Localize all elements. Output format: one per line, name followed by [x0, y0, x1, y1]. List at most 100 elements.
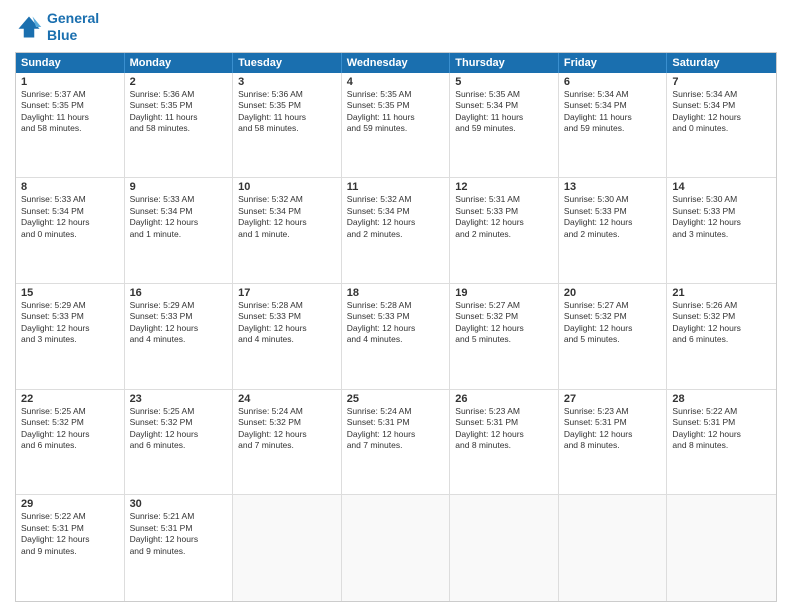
day-cell-empty — [559, 495, 668, 601]
day-cell-5: 5Sunrise: 5:35 AM Sunset: 5:34 PM Daylig… — [450, 73, 559, 178]
day-number-20: 20 — [564, 287, 662, 299]
day-number-24: 24 — [238, 393, 336, 405]
day-cell-19: 19Sunrise: 5:27 AM Sunset: 5:32 PM Dayli… — [450, 284, 559, 389]
day-cell-16: 16Sunrise: 5:29 AM Sunset: 5:33 PM Dayli… — [125, 284, 234, 389]
day-cell-empty — [450, 495, 559, 601]
day-cell-7: 7Sunrise: 5:34 AM Sunset: 5:34 PM Daylig… — [667, 73, 776, 178]
day-info-23: Sunrise: 5:25 AM Sunset: 5:32 PM Dayligh… — [130, 406, 228, 452]
day-number-28: 28 — [672, 393, 771, 405]
day-number-23: 23 — [130, 393, 228, 405]
page: General Blue SundayMondayTuesdayWednesda… — [0, 0, 792, 612]
day-number-12: 12 — [455, 181, 553, 193]
day-cell-28: 28Sunrise: 5:22 AM Sunset: 5:31 PM Dayli… — [667, 390, 776, 495]
day-info-19: Sunrise: 5:27 AM Sunset: 5:32 PM Dayligh… — [455, 300, 553, 346]
day-cell-12: 12Sunrise: 5:31 AM Sunset: 5:33 PM Dayli… — [450, 178, 559, 283]
day-info-25: Sunrise: 5:24 AM Sunset: 5:31 PM Dayligh… — [347, 406, 445, 452]
day-info-16: Sunrise: 5:29 AM Sunset: 5:33 PM Dayligh… — [130, 300, 228, 346]
day-info-24: Sunrise: 5:24 AM Sunset: 5:32 PM Dayligh… — [238, 406, 336, 452]
day-info-13: Sunrise: 5:30 AM Sunset: 5:33 PM Dayligh… — [564, 194, 662, 240]
day-number-17: 17 — [238, 287, 336, 299]
calendar-header: SundayMondayTuesdayWednesdayThursdayFrid… — [16, 53, 776, 73]
day-info-10: Sunrise: 5:32 AM Sunset: 5:34 PM Dayligh… — [238, 194, 336, 240]
day-info-2: Sunrise: 5:36 AM Sunset: 5:35 PM Dayligh… — [130, 89, 228, 135]
day-cell-11: 11Sunrise: 5:32 AM Sunset: 5:34 PM Dayli… — [342, 178, 451, 283]
day-number-22: 22 — [21, 393, 119, 405]
day-info-11: Sunrise: 5:32 AM Sunset: 5:34 PM Dayligh… — [347, 194, 445, 240]
day-cell-15: 15Sunrise: 5:29 AM Sunset: 5:33 PM Dayli… — [16, 284, 125, 389]
day-info-18: Sunrise: 5:28 AM Sunset: 5:33 PM Dayligh… — [347, 300, 445, 346]
day-info-9: Sunrise: 5:33 AM Sunset: 5:34 PM Dayligh… — [130, 194, 228, 240]
day-number-2: 2 — [130, 76, 228, 88]
day-info-12: Sunrise: 5:31 AM Sunset: 5:33 PM Dayligh… — [455, 194, 553, 240]
day-info-8: Sunrise: 5:33 AM Sunset: 5:34 PM Dayligh… — [21, 194, 119, 240]
weekday-header-wednesday: Wednesday — [342, 53, 451, 73]
day-number-8: 8 — [21, 181, 119, 193]
day-number-11: 11 — [347, 181, 445, 193]
day-number-7: 7 — [672, 76, 771, 88]
weekday-header-sunday: Sunday — [16, 53, 125, 73]
calendar-row-5: 29Sunrise: 5:22 AM Sunset: 5:31 PM Dayli… — [16, 495, 776, 601]
day-cell-8: 8Sunrise: 5:33 AM Sunset: 5:34 PM Daylig… — [16, 178, 125, 283]
calendar-row-1: 1Sunrise: 5:37 AM Sunset: 5:35 PM Daylig… — [16, 73, 776, 179]
day-cell-1: 1Sunrise: 5:37 AM Sunset: 5:35 PM Daylig… — [16, 73, 125, 178]
logo-general: General — [47, 10, 99, 26]
day-number-26: 26 — [455, 393, 553, 405]
day-info-14: Sunrise: 5:30 AM Sunset: 5:33 PM Dayligh… — [672, 194, 771, 240]
day-number-25: 25 — [347, 393, 445, 405]
day-info-15: Sunrise: 5:29 AM Sunset: 5:33 PM Dayligh… — [21, 300, 119, 346]
day-cell-23: 23Sunrise: 5:25 AM Sunset: 5:32 PM Dayli… — [125, 390, 234, 495]
day-cell-13: 13Sunrise: 5:30 AM Sunset: 5:33 PM Dayli… — [559, 178, 668, 283]
day-number-10: 10 — [238, 181, 336, 193]
day-number-21: 21 — [672, 287, 771, 299]
day-cell-29: 29Sunrise: 5:22 AM Sunset: 5:31 PM Dayli… — [16, 495, 125, 601]
logo-icon — [15, 13, 43, 41]
calendar-row-3: 15Sunrise: 5:29 AM Sunset: 5:33 PM Dayli… — [16, 284, 776, 390]
day-number-19: 19 — [455, 287, 553, 299]
weekday-header-friday: Friday — [559, 53, 668, 73]
day-cell-14: 14Sunrise: 5:30 AM Sunset: 5:33 PM Dayli… — [667, 178, 776, 283]
day-info-30: Sunrise: 5:21 AM Sunset: 5:31 PM Dayligh… — [130, 511, 228, 557]
day-info-29: Sunrise: 5:22 AM Sunset: 5:31 PM Dayligh… — [21, 511, 119, 557]
day-number-1: 1 — [21, 76, 119, 88]
day-cell-empty — [233, 495, 342, 601]
day-cell-6: 6Sunrise: 5:34 AM Sunset: 5:34 PM Daylig… — [559, 73, 668, 178]
day-number-3: 3 — [238, 76, 336, 88]
logo-text: General Blue — [47, 10, 99, 44]
day-info-26: Sunrise: 5:23 AM Sunset: 5:31 PM Dayligh… — [455, 406, 553, 452]
calendar: SundayMondayTuesdayWednesdayThursdayFrid… — [15, 52, 777, 602]
day-info-20: Sunrise: 5:27 AM Sunset: 5:32 PM Dayligh… — [564, 300, 662, 346]
day-number-14: 14 — [672, 181, 771, 193]
day-cell-21: 21Sunrise: 5:26 AM Sunset: 5:32 PM Dayli… — [667, 284, 776, 389]
weekday-header-tuesday: Tuesday — [233, 53, 342, 73]
day-cell-3: 3Sunrise: 5:36 AM Sunset: 5:35 PM Daylig… — [233, 73, 342, 178]
day-number-15: 15 — [21, 287, 119, 299]
day-number-6: 6 — [564, 76, 662, 88]
logo: General Blue — [15, 10, 99, 44]
day-number-5: 5 — [455, 76, 553, 88]
day-info-27: Sunrise: 5:23 AM Sunset: 5:31 PM Dayligh… — [564, 406, 662, 452]
weekday-header-saturday: Saturday — [667, 53, 776, 73]
day-cell-22: 22Sunrise: 5:25 AM Sunset: 5:32 PM Dayli… — [16, 390, 125, 495]
day-cell-2: 2Sunrise: 5:36 AM Sunset: 5:35 PM Daylig… — [125, 73, 234, 178]
calendar-body: 1Sunrise: 5:37 AM Sunset: 5:35 PM Daylig… — [16, 73, 776, 601]
day-cell-4: 4Sunrise: 5:35 AM Sunset: 5:35 PM Daylig… — [342, 73, 451, 178]
day-number-30: 30 — [130, 498, 228, 510]
day-cell-27: 27Sunrise: 5:23 AM Sunset: 5:31 PM Dayli… — [559, 390, 668, 495]
day-cell-26: 26Sunrise: 5:23 AM Sunset: 5:31 PM Dayli… — [450, 390, 559, 495]
day-info-4: Sunrise: 5:35 AM Sunset: 5:35 PM Dayligh… — [347, 89, 445, 135]
day-cell-30: 30Sunrise: 5:21 AM Sunset: 5:31 PM Dayli… — [125, 495, 234, 601]
day-info-6: Sunrise: 5:34 AM Sunset: 5:34 PM Dayligh… — [564, 89, 662, 135]
day-cell-25: 25Sunrise: 5:24 AM Sunset: 5:31 PM Dayli… — [342, 390, 451, 495]
day-number-4: 4 — [347, 76, 445, 88]
day-info-1: Sunrise: 5:37 AM Sunset: 5:35 PM Dayligh… — [21, 89, 119, 135]
day-cell-18: 18Sunrise: 5:28 AM Sunset: 5:33 PM Dayli… — [342, 284, 451, 389]
day-info-3: Sunrise: 5:36 AM Sunset: 5:35 PM Dayligh… — [238, 89, 336, 135]
day-cell-24: 24Sunrise: 5:24 AM Sunset: 5:32 PM Dayli… — [233, 390, 342, 495]
day-info-22: Sunrise: 5:25 AM Sunset: 5:32 PM Dayligh… — [21, 406, 119, 452]
logo-blue: Blue — [47, 27, 77, 43]
day-cell-empty — [667, 495, 776, 601]
header: General Blue — [15, 10, 777, 44]
day-info-5: Sunrise: 5:35 AM Sunset: 5:34 PM Dayligh… — [455, 89, 553, 135]
day-info-21: Sunrise: 5:26 AM Sunset: 5:32 PM Dayligh… — [672, 300, 771, 346]
day-cell-17: 17Sunrise: 5:28 AM Sunset: 5:33 PM Dayli… — [233, 284, 342, 389]
